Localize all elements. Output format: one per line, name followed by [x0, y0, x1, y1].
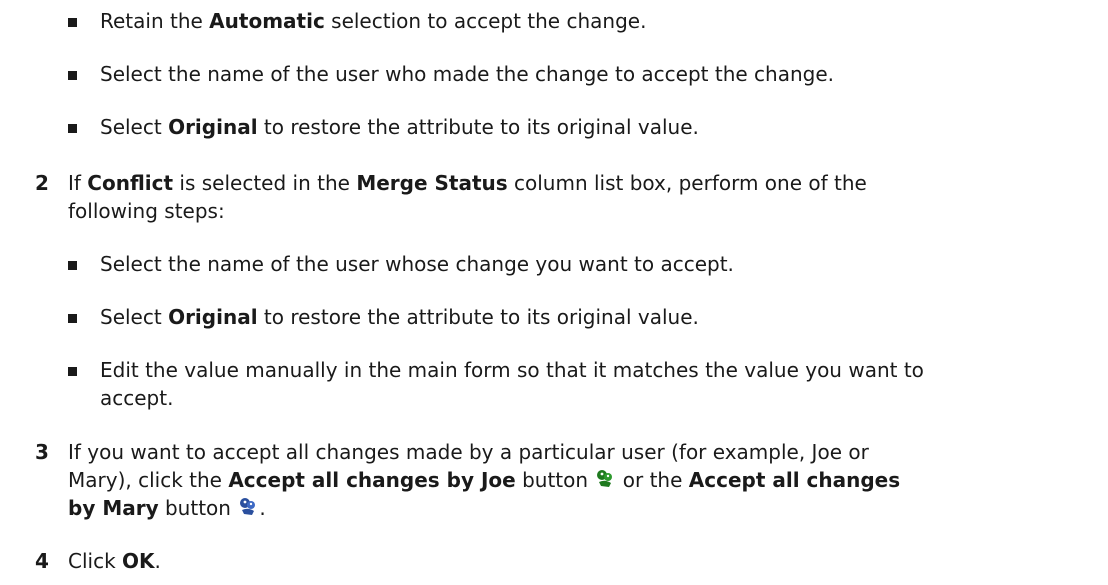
bullet-icon — [68, 124, 77, 133]
text: . — [259, 496, 266, 520]
text: Edit the value manually in the main form… — [100, 358, 924, 382]
bold-term: Accept all changes by Joe — [228, 468, 516, 492]
text: Select — [100, 115, 169, 139]
accept-mary-icon — [237, 495, 259, 517]
text: . — [154, 549, 161, 573]
text: Retain the — [100, 9, 210, 33]
list-item-text: Retain the Automatic selection to accept… — [100, 7, 1100, 35]
text: to restore the attribute to its original… — [257, 115, 699, 139]
text: selection to accept the change. — [324, 9, 647, 33]
list-item-text: Select the name of the user who made the… — [100, 60, 1100, 88]
text: following steps: — [68, 199, 225, 223]
bold-term: by Mary — [68, 496, 159, 520]
step-number: 2 — [35, 171, 49, 195]
bold-term: Conflict — [87, 171, 174, 195]
text: or the — [616, 468, 689, 492]
text: column list box, perform one of the — [507, 171, 867, 195]
step-text: If you want to accept all changes made b… — [68, 438, 1098, 522]
step-number: 4 — [35, 549, 49, 573]
bullet-icon — [68, 18, 77, 27]
text: Select the name of the user who made the… — [100, 62, 834, 86]
document-page: Retain the Automatic selection to accept… — [0, 0, 1108, 585]
bold-term: Original — [168, 115, 258, 139]
list-item-text: Select Original to restore the attribute… — [100, 113, 1100, 141]
step-number: 3 — [35, 440, 49, 464]
bullet-icon — [68, 314, 77, 323]
list-item-text: Select Original to restore the attribute… — [100, 303, 1100, 331]
bullet-icon — [68, 71, 77, 80]
text: Mary), click the — [68, 468, 229, 492]
list-item-text: Edit the value manually in the main form… — [100, 356, 1100, 412]
bold-term: Original — [168, 305, 258, 329]
text: Click — [68, 549, 123, 573]
text: is selected in the — [173, 171, 357, 195]
text: button — [158, 496, 238, 520]
text: to restore the attribute to its original… — [257, 305, 699, 329]
accept-joe-icon — [594, 467, 616, 489]
bullet-icon — [68, 367, 77, 376]
text: accept. — [100, 386, 174, 410]
step-text: Click OK. — [68, 547, 1098, 575]
bold-term: Automatic — [209, 9, 325, 33]
list-item-text: Select the name of the user whose change… — [100, 250, 1100, 278]
text: If you want to accept all changes made b… — [68, 440, 869, 464]
bold-term: OK — [122, 549, 155, 573]
text: Select — [100, 305, 169, 329]
text: button — [515, 468, 595, 492]
text: If — [68, 171, 88, 195]
step-text: If Conflict is selected in the Merge Sta… — [68, 169, 1098, 225]
text: Select the name of the user whose change… — [100, 252, 734, 276]
bold-term: Merge Status — [356, 171, 508, 195]
bold-term: Accept all changes — [688, 468, 901, 492]
bullet-icon — [68, 261, 77, 270]
